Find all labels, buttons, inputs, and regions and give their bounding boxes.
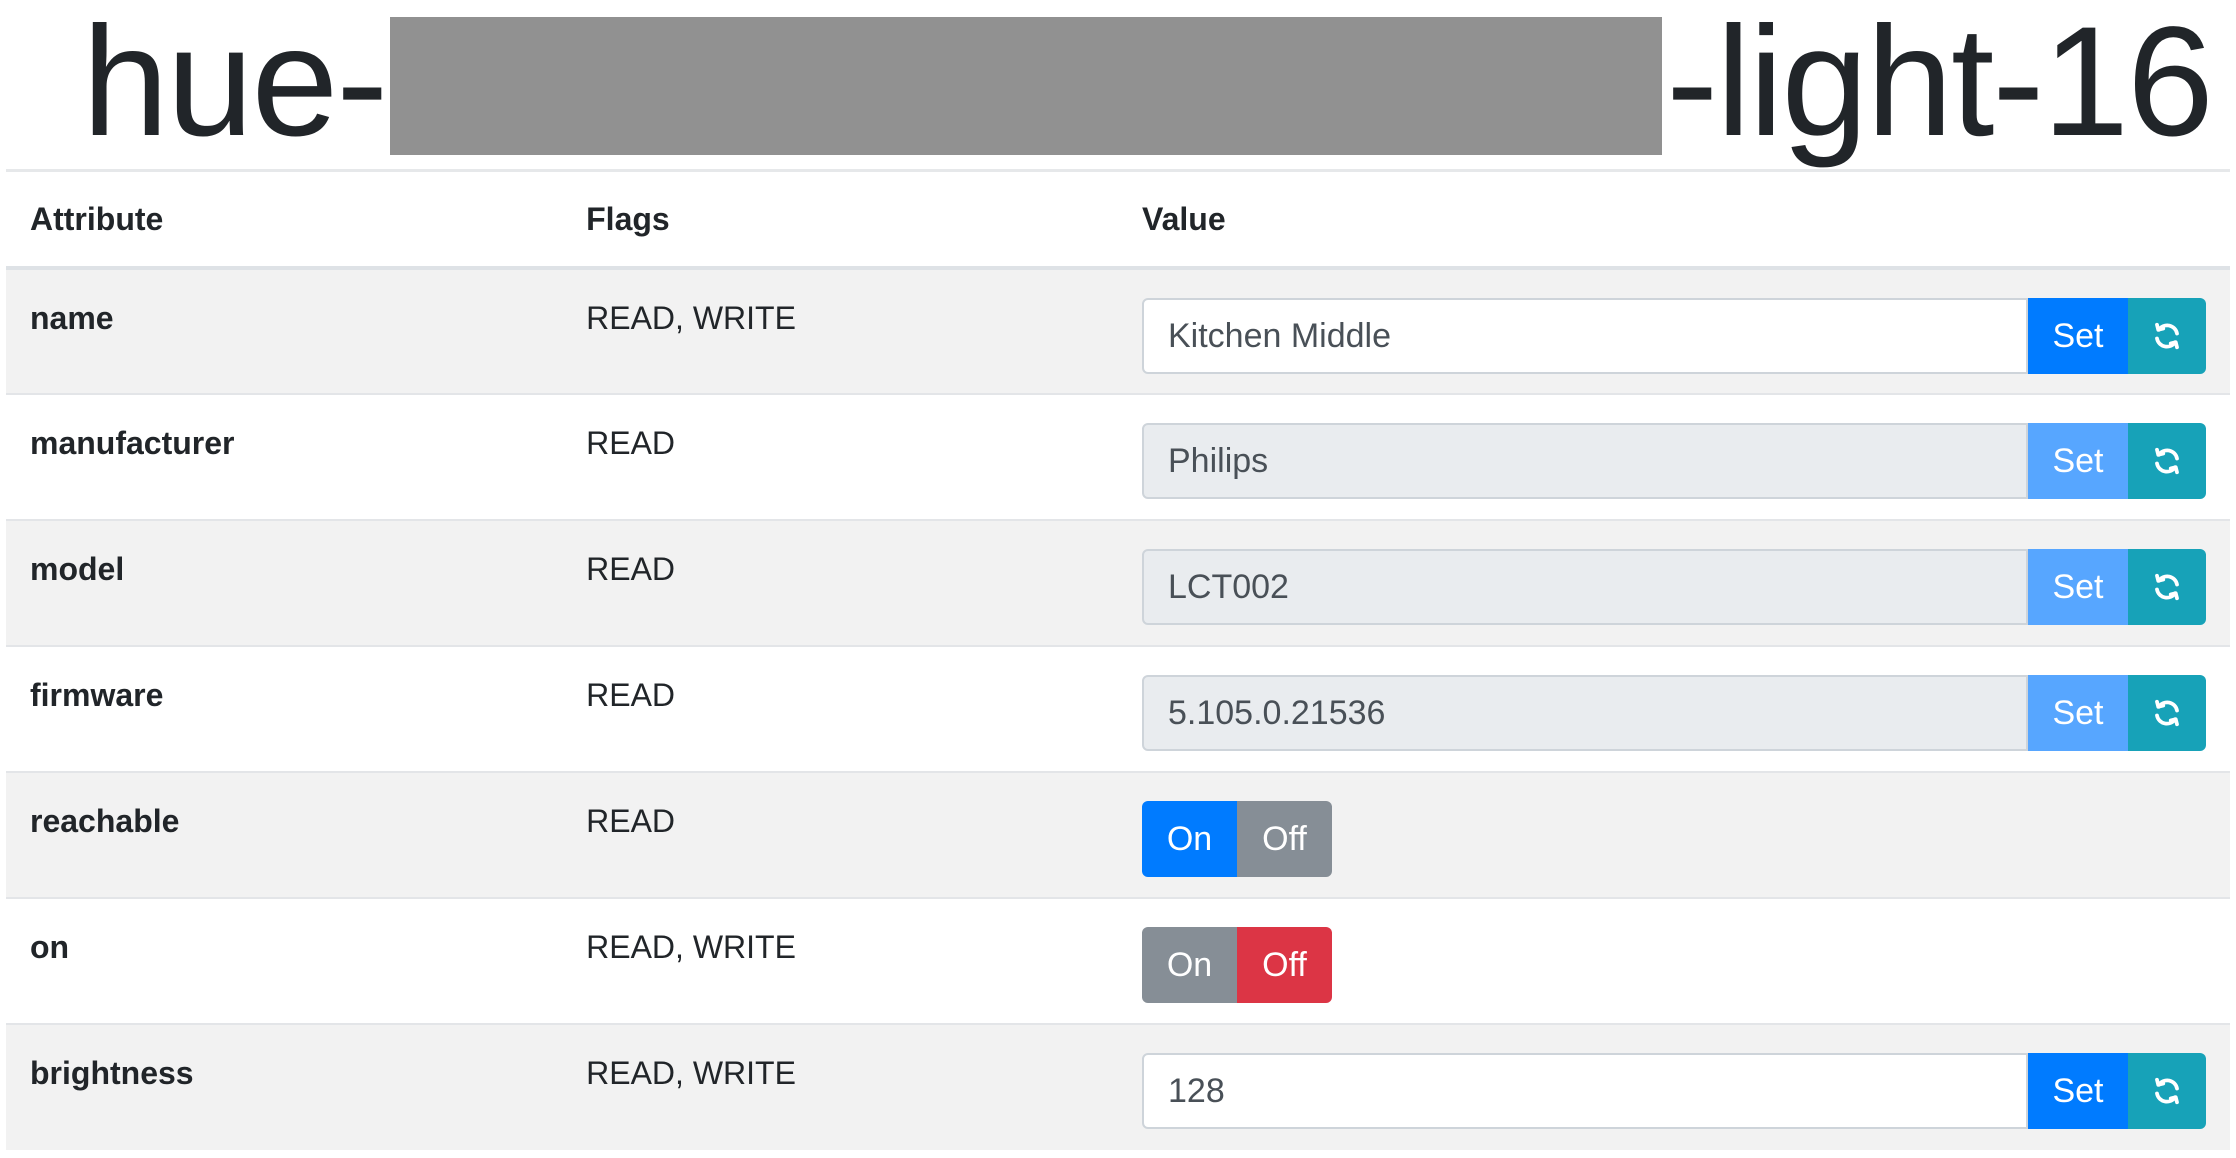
attribute-flags: READ, WRITE [562, 267, 1118, 394]
refresh-icon [2155, 699, 2179, 727]
attribute-name: model [6, 519, 563, 646]
value-input-group: 5.105.0.21536 Set [1142, 675, 2206, 751]
table-row: manufacturer READ Philips Set [6, 393, 2230, 520]
column-header-value: Value [1118, 172, 2230, 270]
table-row: reachable READ On Off [6, 771, 2230, 898]
refresh-button[interactable] [2128, 675, 2206, 751]
value-input-group: Kitchen Middle Set [1142, 298, 2206, 374]
set-button: Set [2028, 423, 2128, 499]
brightness-value-input[interactable]: 128 [1142, 1053, 2028, 1129]
firmware-value-input: 5.105.0.21536 [1142, 675, 2028, 751]
toggle-off-button[interactable]: Off [1237, 801, 1332, 877]
redacted-block [390, 17, 1663, 155]
set-button: Set [2028, 675, 2128, 751]
attribute-flags: READ [562, 393, 1118, 520]
refresh-icon [2155, 322, 2179, 350]
value-input-group: LCT002 Set [1142, 549, 2206, 625]
refresh-icon [2155, 1077, 2179, 1105]
value-input-group: Philips Set [1142, 423, 2206, 499]
set-button: Set [2028, 549, 2128, 625]
column-header-flags: Flags [562, 172, 1118, 270]
page-header: hue- -light-16 [6, 0, 2230, 172]
value-cell: LCT002 Set [1118, 519, 2230, 646]
table-row: model READ LCT002 Set [6, 519, 2230, 646]
attribute-flags: READ, WRITE [562, 897, 1118, 1024]
attributes-table: Attribute Flags Value name READ, WRITE K… [6, 172, 2230, 1150]
title-prefix: hue- [82, 0, 388, 169]
refresh-button[interactable] [2128, 549, 2206, 625]
value-input-group: 128 Set [1142, 1053, 2206, 1129]
value-cell: On Off [1118, 771, 2230, 898]
value-cell: Kitchen Middle Set [1118, 267, 2230, 394]
attribute-flags: READ [562, 645, 1118, 772]
attribute-flags: READ [562, 519, 1118, 646]
reachable-toggle: On Off [1142, 801, 1332, 877]
set-button[interactable]: Set [2028, 298, 2128, 374]
attribute-name: reachable [6, 771, 563, 898]
column-header-attribute: Attribute [6, 172, 563, 270]
value-cell: 5.105.0.21536 Set [1118, 645, 2230, 772]
name-value-input[interactable]: Kitchen Middle [1142, 298, 2028, 374]
table-row: on READ, WRITE On Off [6, 897, 2230, 1024]
table-row: name READ, WRITE Kitchen Middle Set [6, 267, 2230, 394]
refresh-icon [2155, 447, 2179, 475]
table-row: firmware READ 5.105.0.21536 Set [6, 645, 2230, 772]
table-row: brightness READ, WRITE 128 Set [6, 1023, 2230, 1150]
attribute-flags: READ [562, 771, 1118, 898]
toggle-on-button[interactable]: On [1142, 927, 1237, 1003]
refresh-button[interactable] [2128, 1053, 2206, 1129]
attribute-name: brightness [6, 1023, 563, 1150]
manufacturer-value-input: Philips [1142, 423, 2028, 499]
attribute-name: on [6, 897, 563, 1024]
page-title: hue- -light-16 [82, 0, 2214, 169]
on-toggle: On Off [1142, 927, 1332, 1003]
table-header-row: Attribute Flags Value [6, 172, 2230, 270]
attribute-name: name [6, 267, 563, 394]
set-button[interactable]: Set [2028, 1053, 2128, 1129]
value-cell: 128 Set [1118, 1023, 2230, 1150]
refresh-button[interactable] [2128, 423, 2206, 499]
attribute-name: manufacturer [6, 393, 563, 520]
value-cell: Philips Set [1118, 393, 2230, 520]
attribute-flags: READ, WRITE [562, 1023, 1118, 1150]
toggle-on-button[interactable]: On [1142, 801, 1237, 877]
value-cell: On Off [1118, 897, 2230, 1024]
title-suffix: -light-16 [1666, 0, 2214, 169]
refresh-button[interactable] [2128, 298, 2206, 374]
toggle-off-button[interactable]: Off [1237, 927, 1332, 1003]
refresh-icon [2155, 573, 2179, 601]
model-value-input: LCT002 [1142, 549, 2028, 625]
attribute-name: firmware [6, 645, 563, 772]
